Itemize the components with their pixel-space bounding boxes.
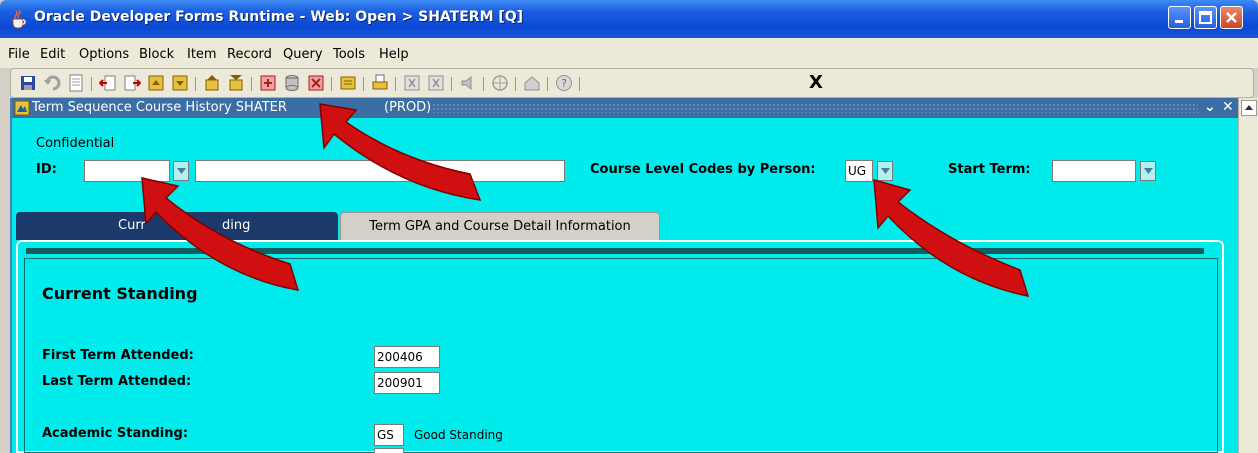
menu-file[interactable]: File <box>8 47 30 62</box>
last-term-label: Last Term Attended: <box>42 374 192 389</box>
compass-icon[interactable] <box>491 74 509 92</box>
list-values-icon[interactable] <box>339 74 357 92</box>
menu-query[interactable]: Query <box>283 47 323 62</box>
academic-standing-code[interactable]: GS <box>374 424 404 446</box>
window-title: Oracle Developer Forms Runtime - Web: Op… <box>34 9 524 25</box>
speaker-icon[interactable] <box>459 74 477 92</box>
execute-query-icon[interactable] <box>227 74 245 92</box>
start-term-input[interactable] <box>1052 160 1136 182</box>
next-field[interactable] <box>374 448 404 453</box>
vertical-scrollbar[interactable] <box>1238 98 1258 453</box>
menu-options[interactable]: Options <box>79 47 129 62</box>
insert-record-icon[interactable] <box>259 74 277 92</box>
menu-item[interactable]: Item <box>187 47 217 62</box>
database-icon[interactable] <box>283 74 301 92</box>
last-term-field[interactable]: 200901 <box>374 372 440 394</box>
window-titlebar: Oracle Developer Forms Runtime - Web: Op… <box>0 0 1258 38</box>
academic-standing-desc: Good Standing <box>414 428 503 442</box>
form-title: Term Sequence Course History SHATER <box>32 100 287 115</box>
annotation-arrow-toolbar <box>319 103 482 201</box>
menubar: File Edit Options Block Item Record Quer… <box>0 38 1258 68</box>
close-icon <box>1226 12 1237 23</box>
help-icon[interactable]: ? <box>555 74 573 92</box>
menu-tools[interactable]: Tools <box>333 47 365 62</box>
id-label: ID: <box>36 162 57 177</box>
dropdown-arrow-icon <box>1144 168 1153 174</box>
previous-block-icon[interactable] <box>99 74 117 92</box>
first-term-field[interactable]: 200406 <box>374 346 440 368</box>
enter-query-icon[interactable] <box>203 74 221 92</box>
svg-text:?: ? <box>561 77 567 90</box>
rollback-icon[interactable] <box>43 74 61 92</box>
home-icon[interactable] <box>523 74 541 92</box>
form-minimize-icon[interactable]: ⌄ <box>1204 99 1216 115</box>
form-app-icon <box>14 100 30 116</box>
tab-term-gpa-course-detail[interactable]: Term GPA and Course Detail Information <box>340 212 660 240</box>
menu-block[interactable]: Block <box>139 47 174 62</box>
copy-icon[interactable] <box>427 74 445 92</box>
maximize-button[interactable] <box>1194 6 1217 29</box>
course-level-label: Course Level Codes by Person: <box>590 162 816 177</box>
minimize-button[interactable] <box>1168 6 1191 29</box>
annotation-arrow-id <box>141 177 300 291</box>
scroll-up-button[interactable] <box>1241 100 1257 116</box>
menu-record[interactable]: Record <box>227 47 272 62</box>
exit-button[interactable]: X <box>809 72 823 93</box>
next-record-icon[interactable] <box>171 74 189 92</box>
cut-icon[interactable] <box>403 74 421 92</box>
first-term-label: First Term Attended: <box>42 348 194 363</box>
form-close-icon[interactable]: ✕ <box>1222 99 1234 115</box>
save-icon[interactable] <box>19 74 37 92</box>
form-titlebar: Term Sequence Course History SHATER (PRO… <box>12 98 1238 118</box>
print-doc-icon[interactable] <box>67 74 85 92</box>
annotation-arrow-course-level <box>873 178 1030 297</box>
toolbar: ? X <box>10 68 1254 98</box>
java-cup-icon <box>12 9 26 29</box>
menu-edit[interactable]: Edit <box>40 47 65 62</box>
close-button[interactable] <box>1220 6 1243 29</box>
maximize-icon <box>1199 11 1212 24</box>
scroll-up-icon <box>1245 105 1253 110</box>
minimize-icon <box>1175 20 1183 23</box>
print-icon[interactable] <box>371 74 389 92</box>
academic-standing-label: Academic Standing: <box>42 426 189 441</box>
confidential-label: Confidential <box>36 136 115 151</box>
delete-record-icon[interactable] <box>307 74 325 92</box>
menu-help[interactable]: Help <box>379 47 409 62</box>
next-block-icon[interactable] <box>123 74 141 92</box>
previous-record-icon[interactable] <box>147 74 165 92</box>
start-term-dropdown-button[interactable] <box>1140 161 1156 181</box>
